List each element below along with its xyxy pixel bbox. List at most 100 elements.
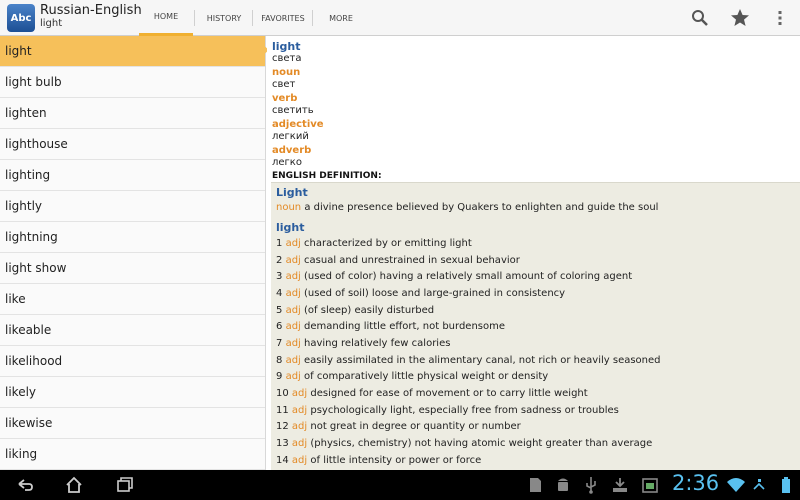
definition-line: 11 adj psychologically light, especially… — [276, 405, 619, 416]
sense-number: 6 — [276, 321, 283, 332]
definition-line: 10 adj designed for ease of movement or … — [276, 388, 588, 399]
entry-headword: Light — [276, 186, 308, 199]
back-icon[interactable] — [15, 475, 35, 495]
definition-text: (used of soil) loose and large-grained i… — [304, 288, 566, 299]
tab-favorites[interactable]: FAVORITES — [254, 0, 312, 36]
definition-text: (used of color) having a relatively smal… — [304, 271, 633, 282]
list-item[interactable]: like — [0, 284, 265, 315]
battery-icon — [782, 477, 790, 493]
list-item[interactable]: likewise — [0, 408, 265, 439]
definition-pos: adj — [291, 438, 308, 449]
definition-pos: noun — [276, 202, 302, 213]
list-item[interactable]: lightning — [0, 222, 265, 253]
headword: light — [272, 40, 301, 53]
definition-text: having relatively few calories — [304, 338, 451, 349]
definition-text: of comparatively little physical weight … — [304, 371, 549, 382]
sense-number: 11 — [276, 405, 289, 416]
list-item[interactable]: light show — [0, 253, 265, 284]
sense-number: 3 — [276, 271, 283, 282]
overflow-menu-icon[interactable] — [770, 8, 790, 28]
definition-line: 14 adj of little intensity or power or f… — [276, 455, 481, 466]
definition-pos: adj — [291, 421, 308, 432]
definition-text: designed for ease of movement or to carr… — [310, 388, 588, 399]
entry-headword: light — [276, 221, 305, 234]
app-title: Russian-English — [40, 3, 142, 18]
tab-home[interactable]: HOME — [139, 0, 193, 36]
definition-text: psychologically light, especially free f… — [310, 405, 619, 416]
system-bar: 2:36 — [0, 470, 800, 500]
definition-pos: adj — [291, 405, 308, 416]
definition-pos: adj — [285, 305, 301, 316]
list-item[interactable]: liking — [0, 439, 265, 470]
definition-line: 7 adj having relatively few calories — [276, 338, 450, 349]
part-of-speech: adjective — [272, 119, 324, 130]
sense-number: 9 — [276, 371, 283, 382]
list-item[interactable]: likely — [0, 377, 265, 408]
definition-pos: adj — [285, 338, 301, 349]
sense-number: 10 — [276, 388, 289, 399]
part-of-speech: adverb — [272, 145, 312, 156]
usb-icon — [586, 477, 596, 494]
tab-separator — [312, 10, 313, 26]
extra-status-icon — [753, 479, 765, 490]
headword-translation: света — [272, 53, 302, 64]
definition-line: 1 adj characterized by or emitting light — [276, 238, 472, 249]
sense-number: 13 — [276, 438, 289, 449]
definition-text: not great in degree or quantity or numbe… — [310, 421, 521, 432]
list-item[interactable]: lighting — [0, 160, 265, 191]
english-definition-label: ENGLISH DEFINITION: — [272, 171, 382, 181]
english-definition-box: Light noun a divine presence believed by… — [271, 182, 800, 470]
list-item[interactable]: likeable — [0, 315, 265, 346]
list-item[interactable]: light bulb — [0, 67, 265, 98]
definition-pos: adj — [285, 355, 301, 366]
definition-pos: adj — [291, 388, 308, 399]
definition-line: 4 adj (used of soil) loose and large-gra… — [276, 288, 565, 299]
definition-text: (physics, chemistry) not having atomic w… — [310, 438, 653, 449]
home-icon[interactable] — [64, 475, 84, 495]
definition-text: a divine presence believed by Quakers to… — [304, 202, 659, 213]
tab-history[interactable]: HISTORY — [196, 0, 252, 36]
definition-line: 12 adj not great in degree or quantity o… — [276, 421, 521, 432]
definition-text: easily assimilated in the alimentary can… — [304, 355, 661, 366]
list-item[interactable]: lightly — [0, 191, 265, 222]
list-item[interactable]: likelihood — [0, 346, 265, 377]
sense-number: 5 — [276, 305, 283, 316]
definition-pos: adj — [285, 371, 301, 382]
definition-line: 8 adj easily assimilated in the alimenta… — [276, 355, 661, 366]
definition-pos: adj — [285, 271, 301, 282]
definition-line: 5 adj (of sleep) easily disturbed — [276, 305, 434, 316]
word-list[interactable]: light light bulb lighten lighthouse ligh… — [0, 36, 266, 470]
definition-text: of little intensity or power or force — [310, 455, 482, 466]
tab-separator — [194, 10, 195, 26]
search-icon[interactable] — [690, 8, 710, 28]
translation: свет — [272, 79, 296, 90]
tab-separator — [252, 10, 253, 26]
sense-number: 4 — [276, 288, 283, 299]
download-icon — [613, 478, 627, 492]
definition-line: 9 adj of comparatively little physical w… — [276, 371, 548, 382]
recent-apps-icon[interactable] — [115, 475, 135, 495]
app-icon[interactable]: Abc — [7, 4, 35, 32]
app-subtitle: light — [40, 18, 63, 29]
sense-number: 12 — [276, 421, 289, 432]
action-bar: Abc Russian-English light HOME HISTORY F… — [0, 0, 800, 36]
definition-line: 2 adj casual and unrestrained in sexual … — [276, 255, 520, 266]
tab-more[interactable]: MORE — [314, 0, 368, 36]
translation: светить — [272, 105, 314, 116]
definition-pos: adj — [285, 255, 301, 266]
definition-line: 6 adj demanding little effort, not burde… — [276, 321, 505, 332]
screenshot-icon — [642, 478, 658, 493]
list-item[interactable]: lighten — [0, 98, 265, 129]
translation: легкий — [272, 131, 309, 142]
part-of-speech: noun — [272, 67, 301, 78]
definition-text: casual and unrestrained in sexual behavi… — [304, 255, 520, 266]
sense-number: 8 — [276, 355, 283, 366]
wifi-icon — [727, 478, 745, 492]
list-item-selected[interactable]: light — [0, 36, 265, 67]
definition-pane[interactable]: light света noun свет verb светить adjec… — [267, 36, 800, 470]
sense-number: 14 — [276, 455, 289, 466]
list-item[interactable]: lighthouse — [0, 129, 265, 160]
definition-text: characterized by or emitting light — [304, 238, 472, 249]
star-icon[interactable] — [730, 8, 750, 28]
definition-pos: adj — [285, 238, 301, 249]
